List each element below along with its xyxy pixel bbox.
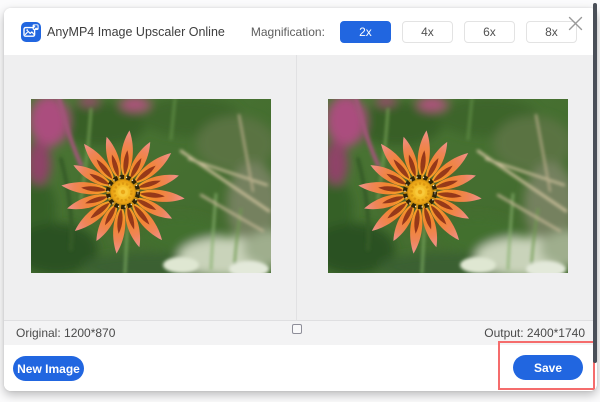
magnification-6x-button[interactable]: 6x — [463, 20, 515, 43]
original-size-label: Original: 1200*870 — [16, 326, 116, 340]
output-size-label: Output: 2400*1740 — [484, 326, 585, 340]
magnification-2x-button[interactable]: 2x — [339, 20, 391, 43]
close-button[interactable] — [564, 12, 586, 34]
close-icon — [568, 16, 582, 30]
original-image-preview — [31, 99, 271, 273]
save-button[interactable]: Save — [513, 355, 583, 380]
magnification-4x-button[interactable]: 4x — [401, 20, 453, 43]
preview-area — [4, 55, 597, 320]
compare-toggle-icon[interactable] — [292, 324, 302, 334]
dialog-header: AnyMP4 Image Upscaler Online Magnificati… — [4, 8, 597, 55]
save-highlight-annotation: Save — [498, 341, 595, 390]
app-title: AnyMP4 Image Upscaler Online — [47, 24, 225, 39]
status-bar: Original: 1200*870 Output: 2400*1740 — [4, 320, 597, 345]
magnification-options: 2x 4x 6x 8x — [339, 20, 577, 43]
panel-divider — [296, 55, 297, 320]
upscaled-image-preview — [328, 99, 568, 273]
magnification-label: Magnification: — [250, 24, 325, 39]
new-image-button[interactable]: New Image — [13, 356, 84, 381]
image-upscaler-logo-icon — [21, 21, 41, 42]
upscaler-dialog: AnyMP4 Image Upscaler Online Magnificati… — [4, 8, 597, 391]
dialog-footer: New Image Save — [4, 341, 597, 391]
scrollbar-thumb[interactable] — [593, 3, 597, 363]
